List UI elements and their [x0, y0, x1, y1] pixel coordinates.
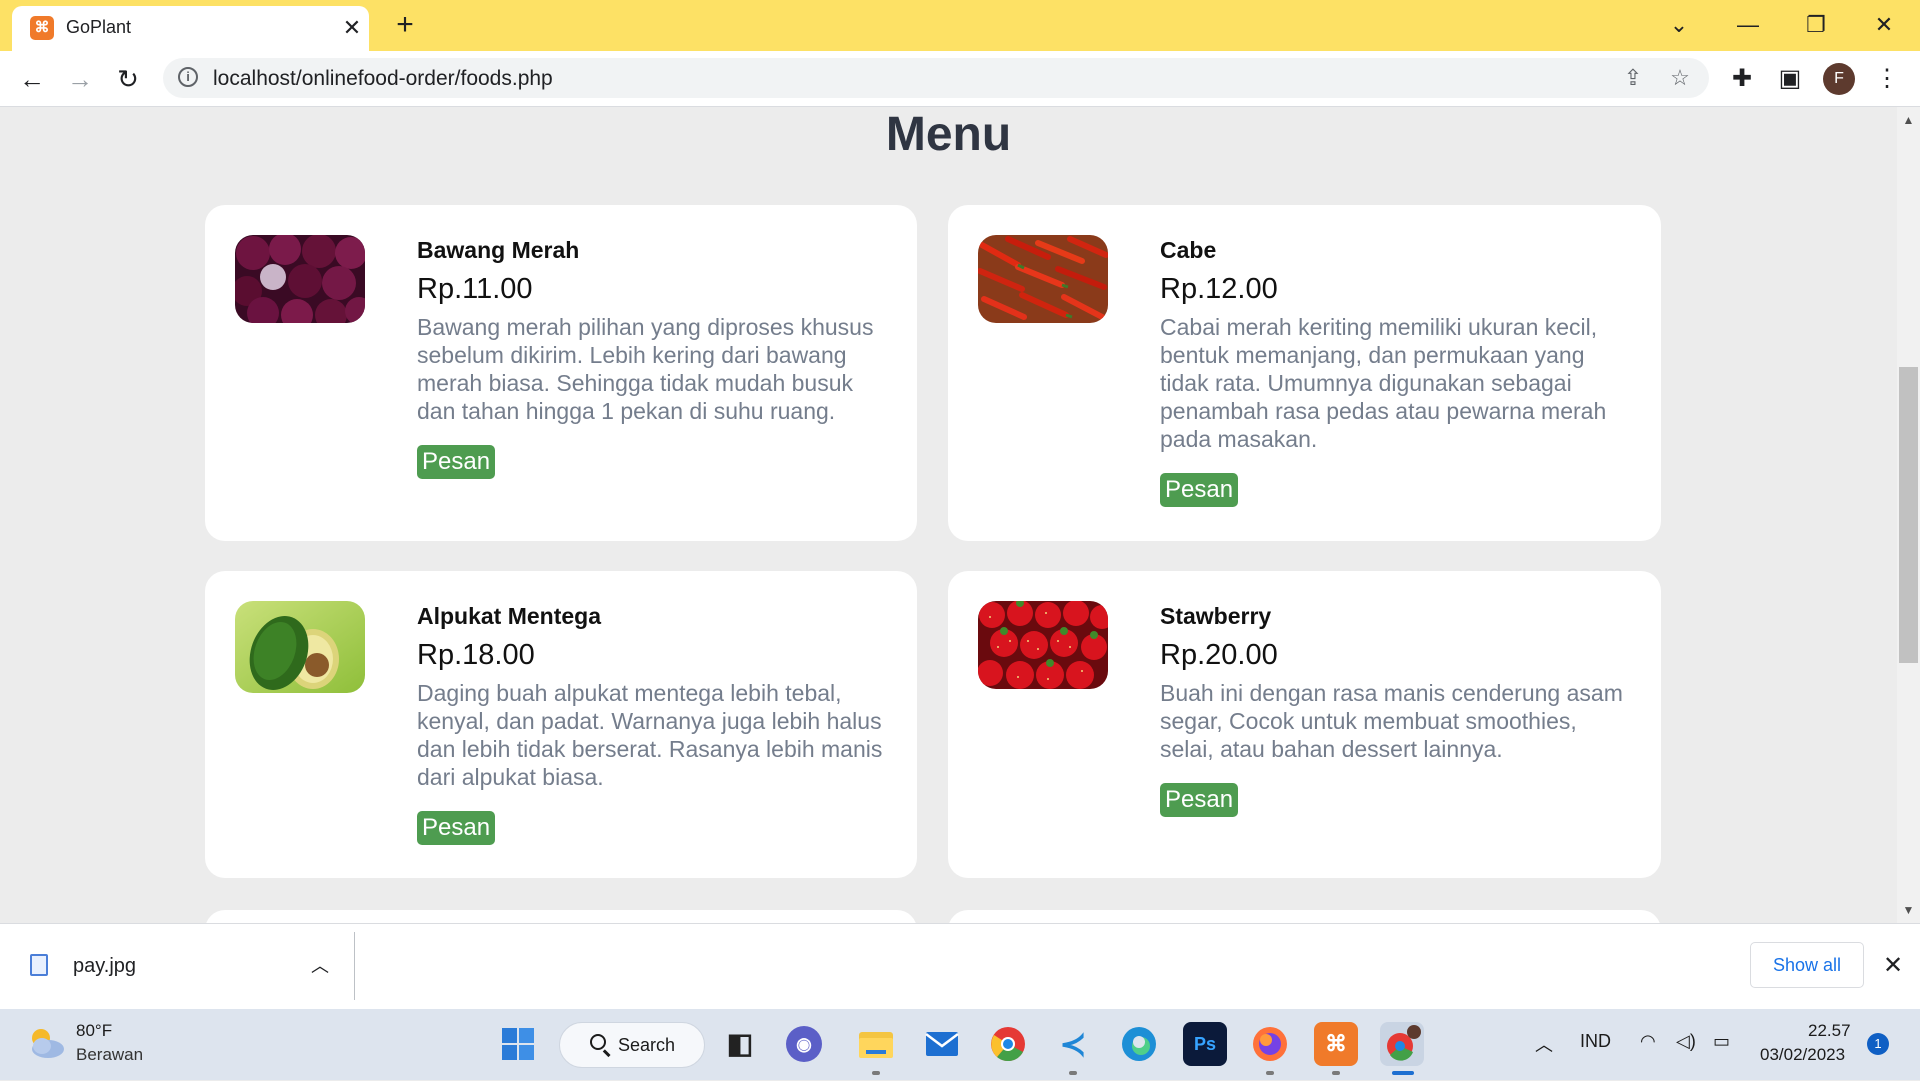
- back-icon[interactable]: ←: [14, 61, 50, 97]
- page-viewport: Menu Bawang Merah Rp.11.00 Bawang merah …: [0, 107, 1897, 923]
- browser-tab[interactable]: ⌘ GoPlant ✕: [12, 6, 369, 51]
- restore-icon[interactable]: ❐: [1796, 8, 1836, 42]
- food-price: Rp.18.00: [417, 639, 535, 671]
- firefox-icon[interactable]: [1248, 1022, 1292, 1066]
- order-button[interactable]: Pesan: [1160, 783, 1239, 817]
- side-panel-icon[interactable]: ▣: [1772, 61, 1808, 97]
- taskbar-search[interactable]: Search: [559, 1022, 705, 1068]
- food-card: Cabe Rp.12.00 Cabai merah keriting memil…: [948, 205, 1661, 541]
- food-name: Alpukat Mentega: [417, 603, 602, 629]
- food-card: [948, 910, 1661, 923]
- mail-icon[interactable]: [920, 1022, 964, 1066]
- language-indicator[interactable]: IND: [1580, 1031, 1611, 1052]
- bookmark-star-icon[interactable]: ☆: [1664, 62, 1696, 94]
- running-indicator: [1069, 1071, 1077, 1075]
- notification-badge[interactable]: 1: [1867, 1033, 1889, 1055]
- more-menu-icon[interactable]: ⋮: [1869, 61, 1905, 97]
- cloudy-weather-icon[interactable]: [26, 1024, 66, 1060]
- minimize-icon[interactable]: —: [1728, 8, 1768, 42]
- food-card-body: Bawang Merah Rp.11.00 Bawang merah pilih…: [417, 235, 887, 479]
- weather-description[interactable]: Berawan: [76, 1045, 143, 1065]
- new-tab-icon[interactable]: +: [388, 8, 422, 42]
- tab-search-chevron-icon[interactable]: ⌄: [1659, 8, 1699, 42]
- photoshop-icon[interactable]: Ps: [1183, 1022, 1227, 1066]
- running-indicator: [1266, 1071, 1274, 1075]
- food-card-body: Stawberry Rp.20.00 Buah ini dengan rasa …: [1160, 601, 1630, 817]
- xampp-icon: ⌘: [30, 16, 54, 40]
- scrollbar-thumb[interactable]: [1899, 367, 1918, 663]
- food-card-body: Alpukat Mentega Rp.18.00 Daging buah alp…: [417, 601, 887, 845]
- order-button[interactable]: Pesan: [417, 445, 496, 479]
- battery-icon[interactable]: ▭: [1713, 1031, 1730, 1052]
- food-description: Cabai merah keriting memiliki ukuran kec…: [1160, 314, 1607, 452]
- chrome-icon[interactable]: [986, 1022, 1030, 1066]
- avocado-photo: [235, 601, 365, 693]
- file-explorer-icon[interactable]: [854, 1022, 898, 1066]
- red-onions-photo: [235, 235, 365, 323]
- clock-date[interactable]: 03/02/2023: [1760, 1045, 1845, 1065]
- page-title: Menu: [885, 108, 1012, 161]
- divider: [354, 932, 355, 1000]
- profile-avatar[interactable]: F: [1823, 63, 1855, 95]
- food-name: Bawang Merah: [417, 237, 580, 263]
- chrome-profile-icon[interactable]: [1380, 1022, 1424, 1066]
- search-icon: [590, 1034, 606, 1050]
- food-card: [205, 910, 917, 923]
- share-icon[interactable]: ⇪: [1617, 62, 1649, 94]
- clock-time[interactable]: 22.57: [1808, 1021, 1851, 1041]
- running-indicator: [872, 1071, 880, 1075]
- image-file-icon: [30, 954, 48, 976]
- running-indicator: [1332, 1071, 1340, 1075]
- weather-temperature[interactable]: 80°F: [76, 1021, 112, 1041]
- tab-title: GoPlant: [66, 17, 132, 37]
- food-price: Rp.12.00: [1160, 273, 1278, 305]
- tab-strip: ⌘ GoPlant ✕ + ⌄ — ❐ ✕: [0, 0, 1920, 51]
- food-card: Stawberry Rp.20.00 Buah ini dengan rasa …: [948, 571, 1661, 878]
- food-description: Bawang merah pilihan yang diproses khusu…: [417, 314, 874, 424]
- food-price: Rp.20.00: [1160, 639, 1278, 671]
- taskbar-search-label: Search: [618, 1035, 676, 1055]
- site-info-icon[interactable]: i: [178, 67, 198, 87]
- order-button[interactable]: Pesan: [1160, 473, 1239, 507]
- windows-taskbar: 80°F Berawan Search ◧ ◉ ≺ Ps ⌘ ︿ IND ◠ ◁…: [0, 1009, 1920, 1080]
- food-card: Alpukat Mentega Rp.18.00 Daging buah alp…: [205, 571, 917, 878]
- task-view-icon[interactable]: ◧: [718, 1022, 762, 1066]
- chevron-up-icon[interactable]: ︿: [1535, 1031, 1553, 1057]
- scroll-up-icon[interactable]: ▲: [1897, 110, 1920, 130]
- food-card-body: Cabe Rp.12.00 Cabai merah keriting memil…: [1160, 235, 1630, 507]
- download-file-name[interactable]: pay.jpg: [73, 955, 136, 978]
- close-window-icon[interactable]: ✕: [1864, 8, 1904, 42]
- red-chili-photo: [978, 235, 1108, 323]
- scroll-down-icon[interactable]: ▼: [1897, 900, 1920, 920]
- reload-icon[interactable]: ↻: [110, 61, 146, 97]
- food-name: Stawberry: [1160, 603, 1272, 629]
- show-all-button[interactable]: Show all: [1750, 942, 1864, 988]
- download-bar: pay.jpg ︿ Show all ✕: [0, 923, 1920, 1009]
- forward-icon[interactable]: →: [62, 61, 98, 97]
- food-description: Daging buah alpukat mentega lebih tebal,…: [417, 680, 883, 790]
- order-button[interactable]: Pesan: [417, 811, 496, 845]
- volume-icon[interactable]: ◁): [1676, 1031, 1696, 1052]
- chevron-up-icon[interactable]: ︿: [305, 948, 335, 984]
- xampp-icon[interactable]: ⌘: [1314, 1022, 1358, 1066]
- food-card: Bawang Merah Rp.11.00 Bawang merah pilih…: [205, 205, 917, 541]
- address-bar[interactable]: i localhost/onlinefood-order/foods.php ⇪…: [163, 58, 1709, 98]
- food-description: Buah ini dengan rasa manis cenderung asa…: [1160, 680, 1623, 762]
- active-indicator: [1392, 1071, 1414, 1075]
- windows-start-icon[interactable]: [496, 1022, 540, 1066]
- close-tab-icon[interactable]: ✕: [337, 13, 367, 43]
- food-name: Cabe: [1160, 237, 1217, 263]
- search-icon-handle: [603, 1049, 611, 1057]
- close-download-bar-icon[interactable]: ✕: [1878, 948, 1908, 984]
- teams-chat-icon[interactable]: ◉: [786, 1026, 822, 1062]
- strawberry-photo: [978, 601, 1108, 689]
- url-text[interactable]: localhost/onlinefood-order/foods.php: [213, 67, 553, 91]
- edge-icon[interactable]: [1117, 1022, 1161, 1066]
- extensions-icon[interactable]: ✚: [1724, 61, 1760, 97]
- vscode-icon[interactable]: ≺: [1051, 1022, 1095, 1066]
- wifi-icon[interactable]: ◠: [1640, 1031, 1656, 1052]
- food-price: Rp.11.00: [417, 273, 533, 305]
